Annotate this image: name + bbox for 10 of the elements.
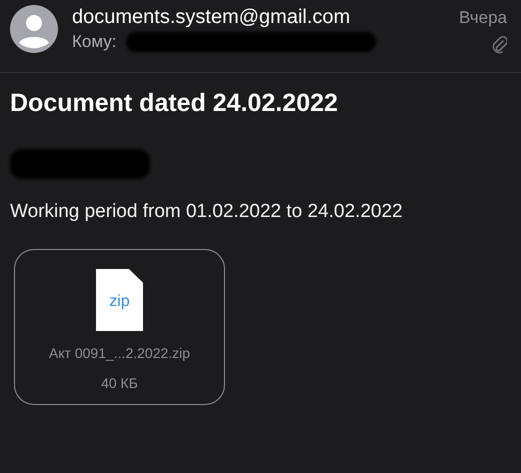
date-label: Вчера <box>459 8 507 28</box>
email-subject: Document dated 24.02.2022 <box>10 88 339 119</box>
attachment-size: 40 КБ <box>101 375 138 391</box>
zip-file-icon: zip <box>96 269 143 331</box>
attachment-filename: Акт 0091_...2.2022.zip <box>48 345 190 361</box>
attachment-card[interactable]: zip Акт 0091_...2.2022.zip 40 КБ <box>14 249 225 405</box>
email-body: Working period from 01.02.2022 to 24.02.2022 <box>10 201 404 223</box>
avatar-icon <box>10 5 58 53</box>
recipient-label: Кому: <box>72 32 116 52</box>
sender-address[interactable]: documents.system@gmail.com <box>72 5 445 29</box>
